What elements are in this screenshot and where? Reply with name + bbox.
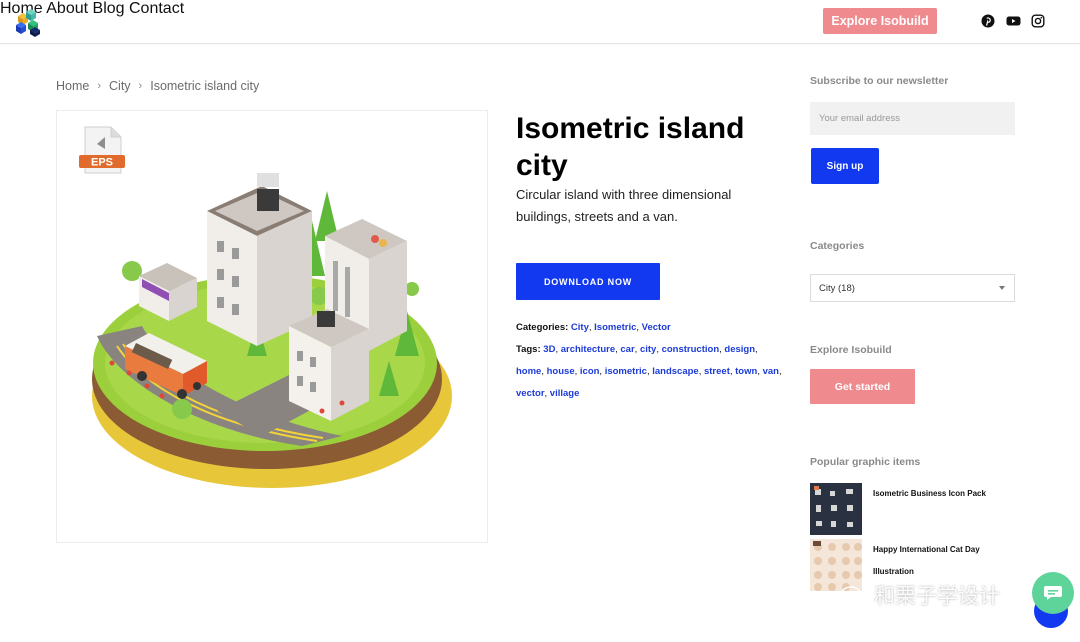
categories-row: Categories: City, Isometric, Vector (516, 322, 671, 333)
nav-contact[interactable]: Contact (129, 0, 184, 17)
breadcrumb-current: Isometric island city (150, 79, 260, 93)
tags-row: Tags: 3D, architecture, car, city, const… (516, 344, 782, 399)
categories-label: Categories: (516, 322, 569, 333)
tag-link[interactable]: vector (516, 388, 545, 399)
isometric-island-illustration (92, 173, 452, 488)
breadcrumb-home[interactable]: Home (56, 79, 89, 93)
tag-link[interactable]: architecture (561, 344, 615, 355)
tag-link[interactable]: home (516, 366, 541, 377)
popular-heading: Popular graphic items (810, 456, 921, 468)
nav-blog[interactable]: Blog (93, 0, 125, 17)
product-description: Circular island with three dimensional b… (516, 187, 732, 224)
newsletter-heading: Subscribe to our newsletter (810, 75, 949, 87)
chevron-right-icon: › (138, 80, 143, 92)
chat-icon (1044, 586, 1062, 600)
tag-link[interactable]: car (620, 344, 634, 355)
popular-item-thumbnail (810, 483, 862, 535)
email-input[interactable]: Your email address (810, 102, 1015, 135)
breadcrumb: Home › City › Isometric island city (56, 79, 259, 93)
categories-heading: Categories (810, 240, 865, 252)
category-link-isometric[interactable]: Isometric (594, 322, 636, 333)
tag-link[interactable]: icon (580, 366, 600, 377)
youtube-icon[interactable] (1006, 14, 1021, 28)
tag-link[interactable]: street (704, 366, 730, 377)
wechat-watermark-icon (840, 586, 869, 607)
tag-link[interactable]: village (550, 388, 580, 399)
category-select-value: City (18) (819, 282, 855, 294)
tag-link[interactable]: town (735, 366, 757, 377)
tags-label: Tags: (516, 344, 541, 355)
product-preview[interactable]: EPS (56, 110, 488, 543)
category-select[interactable]: City (18) (810, 274, 1015, 302)
popular-item-title[interactable]: Happy International Cat Day Illustration (873, 539, 1003, 583)
isobuild-logo-icon[interactable] (12, 6, 44, 38)
category-link-city[interactable]: City (571, 322, 589, 333)
tag-link[interactable]: van (763, 366, 779, 377)
tag-link[interactable]: landscape (652, 366, 698, 377)
tag-link[interactable]: house (547, 366, 575, 377)
tag-link[interactable]: 3D (543, 344, 555, 355)
nav-about[interactable]: About (46, 0, 88, 17)
tag-link[interactable]: isometric (605, 366, 647, 377)
popular-item-title[interactable]: Isometric Business Icon Pack (873, 483, 1003, 505)
explore-heading: Explore Isobuild (810, 344, 892, 356)
download-now-button[interactable]: DOWNLOAD NOW (516, 263, 660, 300)
watermark-text: 和栗子学设计 (874, 584, 1000, 608)
instagram-icon[interactable] (1031, 14, 1045, 28)
breadcrumb-city[interactable]: City (109, 79, 131, 93)
top-navbar: Home About Blog Contact Explore Isobuild (0, 0, 1080, 44)
popular-item[interactable]: Isometric Business Icon Pack (810, 483, 1050, 535)
tag-link[interactable]: city (640, 344, 656, 355)
category-link-vector[interactable]: Vector (642, 322, 671, 333)
product-meta: Categories: City, Isometric, Vector Tags… (516, 317, 786, 405)
pinterest-icon[interactable] (981, 14, 995, 28)
popular-item-thumbnail (810, 539, 862, 591)
page: Home About Blog Contact Explore Isobuild… (0, 0, 1080, 642)
tag-link[interactable]: construction (662, 344, 720, 355)
product-title: Isometric island city (516, 112, 745, 182)
chat-bubble-button[interactable] (1032, 572, 1074, 614)
caret-down-icon (999, 286, 1005, 290)
explore-isobuild-button[interactable]: Explore Isobuild (823, 8, 937, 34)
chevron-right-icon: › (97, 80, 102, 92)
get-started-button[interactable]: Get started (810, 369, 915, 404)
sign-up-button[interactable]: Sign up (811, 148, 879, 184)
tag-link[interactable]: design (724, 344, 755, 355)
